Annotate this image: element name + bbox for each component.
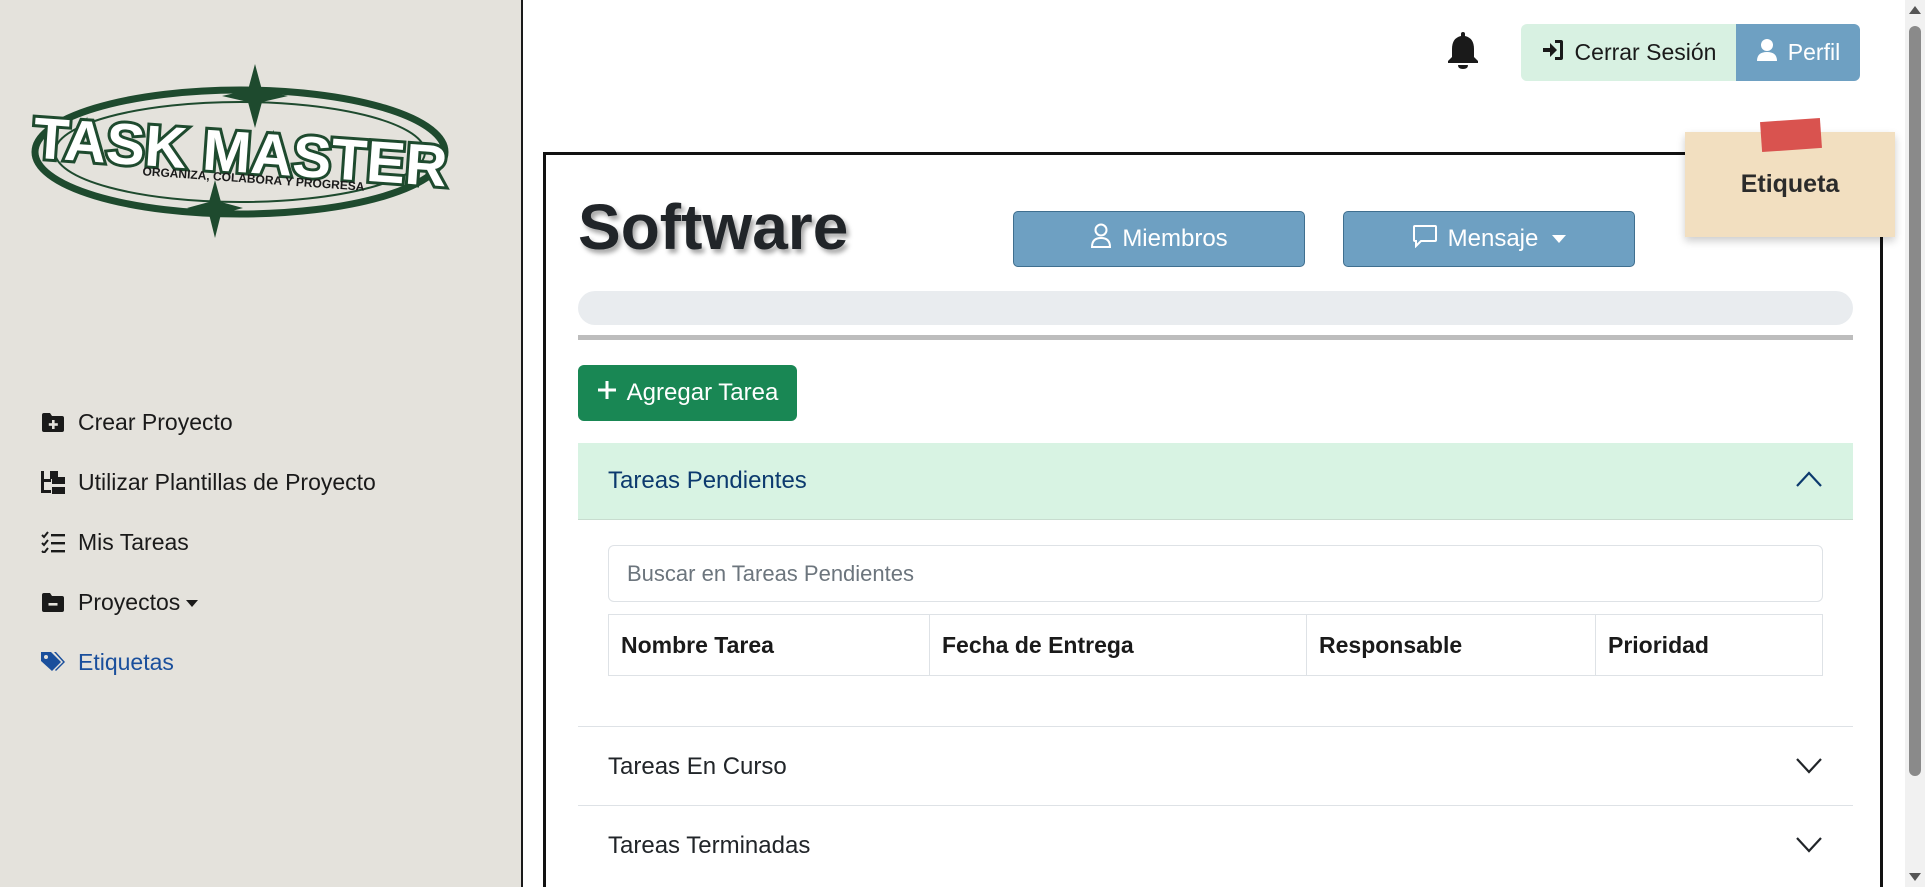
accordion-title: Tareas Terminadas — [608, 831, 811, 859]
logout-label: Cerrar Sesión — [1574, 39, 1717, 65]
scroll-down-arrow-icon[interactable] — [1909, 873, 1921, 881]
profile-label: Perfil — [1787, 39, 1841, 65]
sidebar-item-label: Mis Tareas — [78, 528, 189, 555]
message-dropdown-button[interactable]: Mensaje — [1343, 211, 1635, 267]
tags-icon — [40, 649, 66, 675]
sidebar-item-etiquetas[interactable]: Etiquetas — [40, 632, 376, 692]
chevron-up-icon — [1795, 467, 1823, 495]
accordion-title: Tareas En Curso — [608, 752, 787, 780]
sign-in-icon — [1541, 38, 1565, 68]
accordion-header-pending[interactable]: Tareas Pendientes — [578, 443, 1853, 520]
search-input[interactable] — [608, 545, 1823, 602]
tasks-table: Nombre Tarea Fecha de Entrega Responsabl… — [608, 614, 1823, 676]
sidebar-item-crear-proyecto[interactable]: Crear Proyecto — [40, 392, 376, 452]
list-check-icon — [40, 529, 66, 555]
accordion-in-progress-tasks: Tareas En Curso — [578, 726, 1853, 806]
sidebar-item-proyectos[interactable]: Proyectos — [40, 572, 376, 632]
accordion-body-pending: Nombre Tarea Fecha de Entrega Responsabl… — [578, 520, 1853, 726]
scroll-up-arrow-icon[interactable] — [1909, 6, 1921, 14]
folder-minus-icon — [40, 589, 66, 615]
accordion-header-in-progress[interactable]: Tareas En Curso — [578, 727, 1853, 806]
svg-text:TASK MASTER: TASK MASTER — [31, 106, 449, 200]
plus-icon — [597, 379, 617, 407]
sticky-note-label: Etiqueta — [1740, 170, 1840, 198]
members-button[interactable]: Miembros — [1013, 211, 1305, 267]
sidebar: TASK MASTER ORGANIZA, COLABORA Y PROGRES… — [0, 0, 523, 887]
caret-down-icon — [186, 599, 199, 607]
divider — [578, 335, 1853, 340]
profile-button[interactable]: Perfil — [1736, 24, 1860, 81]
caret-down-icon — [1552, 235, 1567, 243]
column-header[interactable]: Prioridad — [1595, 614, 1823, 676]
sidebar-item-label: Proyectos — [78, 588, 181, 615]
sidebar-item-plantillas[interactable]: Utilizar Plantillas de Proyecto — [40, 452, 376, 512]
person-icon — [1090, 223, 1112, 256]
sidebar-item-mis-tareas[interactable]: Mis Tareas — [40, 512, 376, 572]
chevron-down-icon — [1795, 753, 1823, 781]
members-label: Miembros — [1122, 225, 1228, 252]
column-header[interactable]: Nombre Tarea — [608, 614, 930, 676]
sticky-note-tag[interactable]: Etiqueta — [1685, 117, 1895, 237]
sidebar-item-label: Etiquetas — [78, 648, 174, 675]
page-title: Software — [578, 191, 849, 263]
bell-icon[interactable] — [1445, 30, 1481, 70]
logout-button[interactable]: Cerrar Sesión — [1521, 24, 1736, 81]
project-panel: Software Miembros Mensaje Agregar Tarea … — [543, 152, 1883, 887]
add-task-button[interactable]: Agregar Tarea — [578, 365, 797, 421]
add-task-label: Agregar Tarea — [626, 379, 779, 406]
user-icon — [1756, 38, 1778, 68]
scrollbar-thumb[interactable] — [1909, 26, 1921, 776]
message-label: Mensaje — [1447, 225, 1539, 252]
task-master-logo: TASK MASTER ORGANIZA, COLABORA Y PROGRES… — [30, 64, 450, 238]
accordion-pending-tasks: Tareas Pendientes Nombre Tarea Fecha de … — [578, 443, 1853, 726]
scrollbar[interactable] — [1905, 0, 1925, 887]
folder-plus-icon — [40, 409, 66, 435]
column-header[interactable]: Fecha de Entrega — [929, 614, 1307, 676]
sidebar-item-label: Crear Proyecto — [78, 408, 233, 435]
column-header[interactable]: Responsable — [1306, 614, 1596, 676]
sidebar-item-label: Utilizar Plantillas de Proyecto — [78, 468, 376, 495]
table-header-row: Nombre Tarea Fecha de Entrega Responsabl… — [608, 614, 1823, 676]
sidebar-nav: Crear Proyecto Utilizar Plantillas de Pr… — [40, 392, 376, 692]
project-progress-bar — [578, 291, 1853, 325]
diagram-tree-icon — [40, 469, 66, 495]
accordion-header-done[interactable]: Tareas Terminadas — [578, 806, 1853, 885]
chat-icon — [1412, 224, 1438, 255]
accordion-title: Tareas Pendientes — [608, 467, 807, 494]
chevron-down-icon — [1795, 832, 1823, 860]
accordion-done-tasks: Tareas Terminadas — [578, 805, 1853, 885]
tape-decoration — [1760, 117, 1822, 153]
